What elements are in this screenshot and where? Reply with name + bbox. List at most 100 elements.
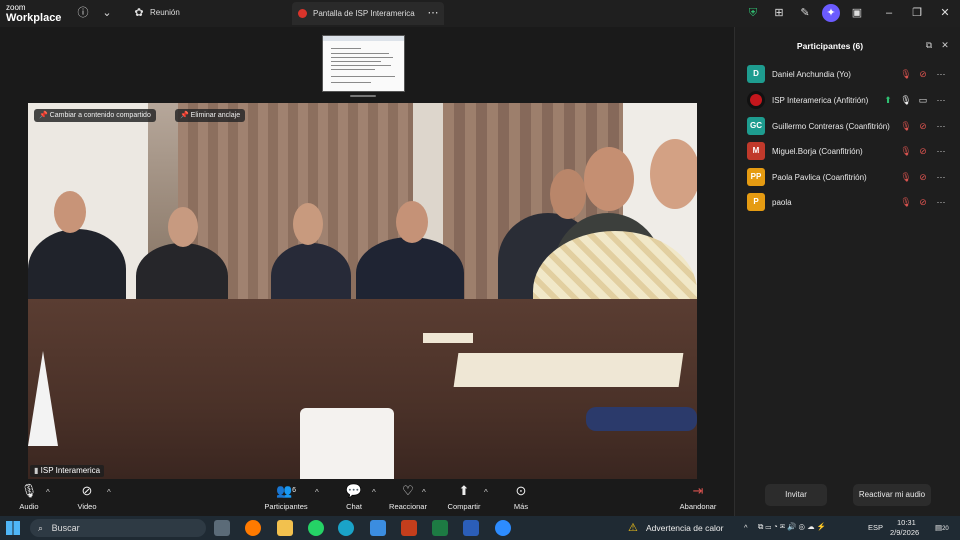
mic-muted-icon[interactable]: 🎙	[900, 145, 912, 157]
pin-icon: 📌	[180, 112, 189, 119]
video-options-caret[interactable]: ^	[107, 488, 111, 497]
task-view-icon[interactable]	[214, 520, 230, 536]
whatsapp-icon[interactable]	[308, 520, 324, 536]
more-icon[interactable]: ⋯	[935, 120, 947, 132]
shield-icon[interactable]: ⛨	[746, 6, 760, 20]
weather-alert[interactable]: Advertencia de calor	[646, 523, 724, 533]
audio-options-caret[interactable]: ^	[46, 488, 50, 497]
chevron-down-icon[interactable]: ⌄	[100, 6, 114, 20]
meeting-label[interactable]: Reunión	[150, 8, 180, 17]
close-panel-icon[interactable]: ✕	[939, 39, 951, 51]
share-screen-icon: ⬆	[458, 483, 470, 498]
participant-row[interactable]: ISP Interamerica (Anfitrión) ⬆ 🎙 ▭ ⋯	[735, 88, 960, 112]
edge-icon[interactable]	[338, 520, 354, 536]
meeting-toolbar: 🎙 Audio ^ ⊘ Video ^ 👥6 Participantes ^ 💬…	[0, 480, 733, 516]
layout-icon[interactable]: ▣	[850, 6, 864, 20]
video-off-icon[interactable]: ⊘	[917, 145, 929, 157]
zoom-taskbar-icon[interactable]	[495, 520, 511, 536]
ai-companion-icon[interactable]: ✦	[822, 4, 840, 22]
participant-row[interactable]: P paola 🎙 ⊘ ⋯	[735, 190, 960, 214]
share-screen-tab[interactable]: Pantalla de ISP Interamerica ⋯	[292, 2, 444, 25]
more-icon[interactable]: ⋯	[935, 68, 947, 80]
invite-button[interactable]: Invitar	[765, 484, 827, 506]
thumb-line	[331, 48, 361, 49]
clock-time[interactable]: 10:31	[897, 518, 916, 527]
participant-row[interactable]: M Miguel.Borja (Coanfitrión) 🎙 ⊘ ⋯	[735, 139, 960, 163]
react-options-caret[interactable]: ^	[422, 488, 426, 497]
mic-muted-icon[interactable]: 🎙	[900, 68, 912, 80]
thumb-line	[331, 57, 393, 58]
more-options-icon[interactable]: ⋯	[426, 6, 440, 20]
notification-icon[interactable]: ▤20	[935, 523, 949, 532]
warning-icon: ⚠	[628, 522, 638, 534]
participants-label: Participantes	[264, 502, 308, 511]
person-3-head	[293, 203, 323, 245]
video-off-icon[interactable]: ⊘	[917, 68, 929, 80]
share-button[interactable]: ⬆ Compartir	[446, 483, 482, 511]
avatar: D	[747, 65, 765, 83]
more-button[interactable]: ⊙ Más	[508, 483, 534, 511]
shared-screen-thumbnail[interactable]	[322, 35, 405, 92]
thumb-line	[331, 69, 375, 70]
firefox-icon[interactable]	[245, 520, 261, 536]
mic-icon[interactable]: 🎙	[900, 94, 912, 106]
speaker-video[interactable]: 📌 Cambiar a contenido compartido 📌 Elimi…	[28, 103, 697, 479]
participant-name: Guillermo Contreras (Coanfitrión)	[772, 122, 890, 131]
language-indicator[interactable]: ESP	[868, 523, 883, 532]
minimize-icon[interactable]: –	[882, 6, 896, 20]
video-off-icon[interactable]: ⊘	[917, 171, 929, 183]
excel-icon[interactable]	[432, 520, 448, 536]
participant-name: ISP Interamerica (Anfitrión)	[772, 96, 869, 105]
video-icon[interactable]: ▭	[917, 94, 929, 106]
tray-chevron-icon[interactable]: ^	[744, 523, 748, 532]
participant-row[interactable]: D Daniel Anchundia (Yo) 🎙 ⊘ ⋯	[735, 62, 960, 86]
app-icon[interactable]	[370, 520, 386, 536]
windows-start-icon[interactable]	[6, 521, 20, 535]
leave-button[interactable]: ⇥ Abandonar	[678, 483, 718, 511]
windows-taskbar: ⌕ Buscar ⚠ Advertencia de calor ^ ⧉ ▭ ◔ …	[0, 516, 960, 540]
video-button[interactable]: ⊘ Video	[70, 483, 104, 511]
video-off-icon[interactable]: ⊘	[917, 196, 929, 208]
restore-icon[interactable]: ❐	[910, 6, 924, 20]
meeting-icon: ✿	[134, 7, 144, 19]
notification-count: 20	[942, 526, 949, 532]
mic-muted-icon: 🎙	[20, 483, 38, 498]
chat-button[interactable]: 💬 Chat	[340, 483, 368, 511]
video-off-icon[interactable]: ⊘	[917, 120, 929, 132]
share-screen-icon: ⬆	[884, 95, 892, 105]
popout-icon[interactable]: ⧉	[923, 39, 935, 51]
participant-row[interactable]: GC Guillermo Contreras (Coanfitrión) 🎙 ⊘…	[735, 114, 960, 138]
more-icon[interactable]: ⋯	[935, 171, 947, 183]
mic-muted-icon[interactable]: 🎙	[900, 120, 912, 132]
word-icon[interactable]	[463, 520, 479, 536]
more-icon[interactable]: ⋯	[935, 196, 947, 208]
apps-icon[interactable]: ⊞	[772, 6, 786, 20]
mic-muted-icon[interactable]: 🎙	[900, 196, 912, 208]
audio-button[interactable]: 🎙 Audio	[12, 483, 46, 511]
more-icon[interactable]: ⋯	[935, 94, 947, 106]
more-icon[interactable]: ⋯	[935, 145, 947, 157]
participant-row[interactable]: PP Paola Pavlica (Coanfitrión) 🎙 ⊘ ⋯	[735, 165, 960, 189]
info-icon[interactable]: ⓘ	[76, 6, 90, 20]
participants-options-caret[interactable]: ^	[315, 488, 319, 497]
switch-content-label: Cambiar a contenido compartido	[49, 112, 151, 119]
share-options-caret[interactable]: ^	[484, 488, 488, 497]
unmute-me-button[interactable]: Reactivar mi audio	[853, 484, 931, 506]
participants-button[interactable]: 👥6 Participantes	[262, 483, 310, 511]
powerpoint-icon[interactable]	[401, 520, 417, 536]
thumbnail-drag-handle[interactable]	[350, 95, 376, 97]
unpin-button[interactable]: 📌 Eliminar anclaje	[175, 109, 246, 122]
whiteboard-icon[interactable]: ✎	[798, 6, 812, 20]
clock-date[interactable]: 2/9/2026	[890, 528, 919, 537]
notebook	[453, 353, 684, 387]
switch-to-shared-content-button[interactable]: 📌 Cambiar a contenido compartido	[34, 109, 156, 122]
close-icon[interactable]: ✕	[938, 6, 952, 20]
signal-icon: ▮	[34, 466, 39, 475]
tray-icons[interactable]: ⧉ ▭ ◔ ✉ 🔊 ◎ ☁ ⚡	[758, 522, 826, 532]
mic-muted-icon[interactable]: 🎙	[900, 171, 912, 183]
chat-options-caret[interactable]: ^	[372, 488, 376, 497]
isp-logo-icon	[750, 94, 762, 106]
file-explorer-icon[interactable]	[277, 520, 293, 536]
audio-label: Audio	[19, 502, 39, 511]
taskbar-search[interactable]: ⌕ Buscar	[30, 519, 206, 537]
